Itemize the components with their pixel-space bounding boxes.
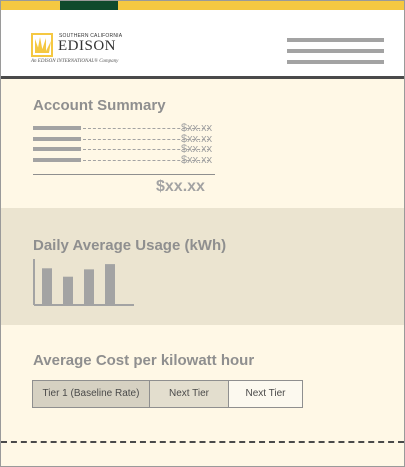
logo-name: EDISON [58,38,116,54]
summary-row: $xx.xx [33,143,215,155]
menu-line [287,60,384,64]
summary-row-amount: $xx.xx [181,154,213,166]
bottom-dashed-divider [1,441,404,443]
menu-line [287,38,384,42]
tier-1-baseline-tab[interactable]: Tier 1 (Baseline Rate) [33,381,150,407]
usage-bar-chart [33,259,134,306]
menu-line [287,49,384,53]
usage-bar-4 [105,264,115,304]
summary-row: $xx.xx [33,154,215,166]
header: SOUTHERN CALIFORNIA EDISON An EDISON INT… [1,10,404,79]
edison-logo[interactable]: SOUTHERN CALIFORNIA EDISON An EDISON INT… [31,30,141,70]
summary-total: $xx.xx [156,178,205,195]
bill-page: SOUTHERN CALIFORNIA EDISON An EDISON INT… [0,0,405,467]
top-accent-stripe [1,1,404,10]
account-summary-title: Account Summary [33,97,166,114]
sun-logo-icon [31,33,53,57]
summary-row-label-placeholder [33,147,81,151]
hamburger-menu-icon[interactable] [287,38,384,66]
logo-tagline: An EDISON INTERNATIONAL® Company [31,59,119,64]
usage-bar-2 [63,276,73,304]
usage-title: Daily Average Usage (kWh) [33,237,227,254]
summary-row-label-placeholder [33,158,81,162]
summary-row: $xx.xx [33,122,215,134]
cost-title: Average Cost per kilowatt hour [33,352,255,369]
summary-divider [33,174,215,175]
top-accent-green-block [60,1,118,10]
next-tier-tab[interactable]: Next Tier [150,381,229,407]
usage-bar-3 [84,269,94,304]
summary-row-label-placeholder [33,137,81,141]
usage-bar-1 [42,268,52,304]
tier-selector: Tier 1 (Baseline Rate) Next Tier Next Ti… [32,380,303,408]
next-tier-tab[interactable]: Next Tier [229,381,302,407]
summary-row-label-placeholder [33,126,81,130]
